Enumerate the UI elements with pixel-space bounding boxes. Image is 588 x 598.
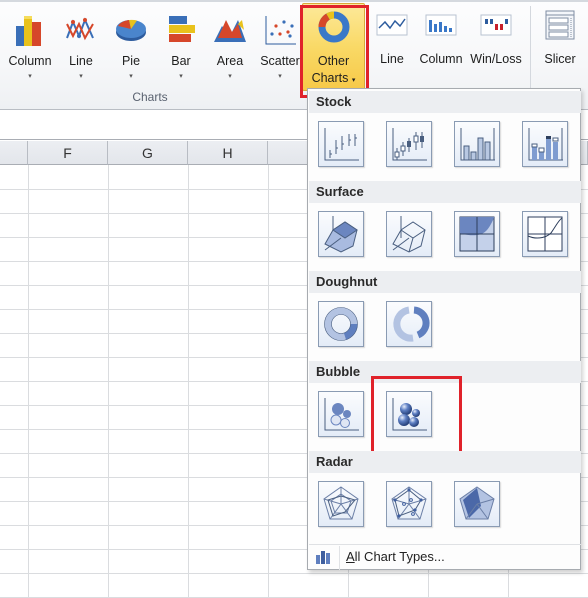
section-header-bubble: Bubble bbox=[309, 361, 581, 383]
scatter-chart-icon bbox=[265, 16, 296, 45]
column-header-h[interactable]: H bbox=[188, 141, 268, 165]
column-label: Column bbox=[8, 54, 52, 68]
surface-wireframe-icon bbox=[392, 216, 426, 253]
stock-vhlc-icon bbox=[460, 128, 495, 161]
column-header-g[interactable]: G bbox=[108, 141, 188, 165]
doughnut-chart-icon bbox=[318, 11, 350, 43]
column-chart-button[interactable]: Column ▾ bbox=[6, 8, 54, 88]
stock-vhlc-tile[interactable] bbox=[454, 121, 500, 167]
dropdown-arrow-icon: ▾ bbox=[28, 73, 32, 80]
radar-tile[interactable] bbox=[318, 481, 364, 527]
line-label: Line bbox=[69, 54, 93, 68]
radar-markers-tile[interactable] bbox=[386, 481, 432, 527]
radar-markers-icon bbox=[391, 486, 427, 520]
stock-vohlc-icon bbox=[528, 128, 563, 161]
scatter-label: Scatter bbox=[260, 54, 300, 68]
bubble-icon bbox=[324, 398, 359, 431]
sparkline-line-icon bbox=[376, 14, 408, 36]
area-chart-icon bbox=[214, 20, 246, 42]
charts-group-label: Charts bbox=[132, 90, 168, 104]
sparkline-column-label: Column bbox=[419, 52, 463, 66]
surface-wireframe-contour-tile[interactable] bbox=[522, 211, 568, 257]
area-chart-button[interactable]: Area ▾ bbox=[209, 8, 251, 88]
doughnut-icon bbox=[324, 307, 358, 341]
area-label: Area bbox=[216, 54, 244, 68]
dropdown-arrow-icon: ▾ bbox=[351, 77, 356, 84]
sparkline-winloss-icon bbox=[480, 14, 512, 36]
exploded-doughnut-tile[interactable] bbox=[386, 301, 432, 347]
exploded-doughnut-icon bbox=[393, 306, 430, 342]
slicer-button[interactable]: Slicer bbox=[538, 6, 582, 76]
stock-ohlc-icon bbox=[392, 128, 427, 161]
surface-contour-tile[interactable] bbox=[454, 211, 500, 257]
all-chart-types-link[interactable]: All Chart Types... bbox=[346, 549, 445, 564]
dropdown-arrow-icon: ▾ bbox=[228, 73, 232, 80]
stock-vohlc-tile[interactable] bbox=[522, 121, 568, 167]
surface-3d-icon bbox=[324, 216, 358, 253]
dropdown-arrow-icon: ▾ bbox=[278, 73, 282, 80]
other-charts-button[interactable]: Other Charts ▾ bbox=[302, 3, 365, 91]
surface-wireframe-contour-icon bbox=[527, 216, 563, 252]
line-chart-icon bbox=[66, 17, 94, 41]
slicer-label: Slicer bbox=[544, 52, 576, 66]
stock-high-low-close-tile[interactable] bbox=[318, 121, 364, 167]
bar-chart-button[interactable]: Bar ▾ bbox=[160, 8, 202, 88]
slicer-icon bbox=[545, 10, 575, 40]
column-header-f[interactable]: F bbox=[28, 141, 108, 165]
all-chart-types-label: ll Chart Types... bbox=[354, 549, 445, 564]
accelerator-key: A bbox=[346, 549, 355, 564]
doughnut-tile[interactable] bbox=[318, 301, 364, 347]
bubble-3d-icon bbox=[392, 398, 427, 431]
filled-radar-icon bbox=[459, 486, 495, 520]
scatter-chart-button[interactable]: Scatter ▾ bbox=[258, 8, 302, 88]
pie-label: Pie bbox=[121, 54, 141, 68]
dropdown-arrow-icon: ▾ bbox=[129, 73, 133, 80]
bubble-tile[interactable] bbox=[318, 391, 364, 437]
sparkline-winloss-button[interactable]: Win/Loss bbox=[466, 6, 526, 76]
sparkline-column-icon bbox=[425, 14, 457, 36]
footer-icon-divider bbox=[339, 546, 340, 570]
sparkline-column-button[interactable]: Column bbox=[418, 6, 464, 76]
bar-chart-icon bbox=[169, 16, 195, 42]
surface-wireframe-tile[interactable] bbox=[386, 211, 432, 257]
section-header-radar: Radar bbox=[309, 451, 581, 473]
other-charts-label-line1: Other bbox=[317, 54, 350, 68]
dropdown-arrow-icon: ▾ bbox=[179, 73, 183, 80]
radar-icon bbox=[323, 486, 359, 520]
stock-ohlc-tile[interactable] bbox=[386, 121, 432, 167]
column-header[interactable] bbox=[0, 141, 28, 165]
dropdown-arrow-icon: ▾ bbox=[79, 73, 83, 80]
section-header-doughnut: Doughnut bbox=[309, 271, 581, 293]
section-header-stock: Stock bbox=[309, 91, 581, 113]
column-chart-icon bbox=[16, 16, 41, 46]
section-header-surface: Surface bbox=[309, 181, 581, 203]
surface-3d-tile[interactable] bbox=[318, 211, 364, 257]
ribbon-group-separator bbox=[530, 6, 531, 98]
all-chart-types-icon bbox=[316, 551, 330, 564]
sparkline-line-button[interactable]: Line bbox=[372, 6, 412, 76]
stock-hlc-icon bbox=[324, 128, 359, 161]
other-charts-label-line2: Charts ▾ bbox=[311, 71, 356, 85]
line-chart-button[interactable]: Line ▾ bbox=[60, 8, 102, 88]
footer-divider bbox=[309, 544, 581, 545]
filled-radar-tile[interactable] bbox=[454, 481, 500, 527]
surface-contour-icon bbox=[459, 216, 495, 252]
bar-label: Bar bbox=[171, 54, 191, 68]
pie-chart-icon bbox=[116, 19, 146, 41]
bubble-3d-tile[interactable] bbox=[386, 391, 432, 437]
sparkline-line-label: Line bbox=[380, 52, 404, 66]
grid-row-line bbox=[0, 573, 588, 574]
pie-chart-button[interactable]: Pie ▾ bbox=[110, 8, 152, 88]
sparkline-winloss-label: Win/Loss bbox=[470, 52, 522, 66]
other-charts-dropdown: Stock Surface Doughnut Bubble Radar All … bbox=[307, 88, 581, 570]
